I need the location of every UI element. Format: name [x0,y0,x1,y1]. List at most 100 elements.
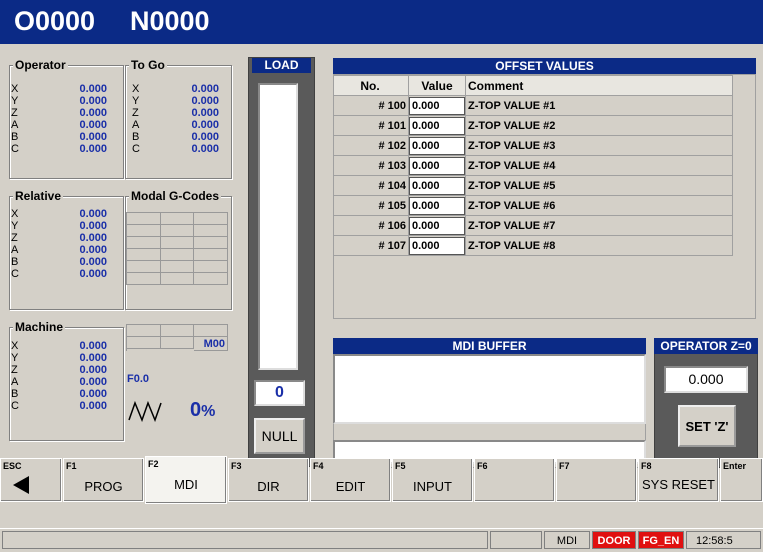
fkey-label: SYS RESET [642,477,715,492]
axis-label: B [11,256,19,268]
offset-row[interactable]: # 106 0.000 Z-TOP VALUE #7 [333,215,733,236]
spindle-percent: 0% [190,399,215,422]
offset-value-field[interactable]: 0.000 [409,176,465,195]
fkey-esc[interactable]: ESC [0,458,62,502]
axis-row-b: B 0.000 [11,256,107,268]
axis-label: Y [11,352,19,364]
col-no-header: No. [333,75,409,96]
offset-number: # 106 [333,215,409,236]
offset-values-title: OFFSET VALUES [333,58,756,74]
offset-row[interactable]: # 100 0.000 Z-TOP VALUE #1 [333,95,733,116]
offset-value-cell: 0.000 [408,115,466,136]
fkey-f7[interactable]: F7 [556,458,637,502]
fkey-number: F2 [148,459,159,469]
offset-comment: Z-TOP VALUE #7 [465,215,733,236]
offset-value-field[interactable]: 0.000 [409,236,465,255]
fkey-number: F3 [231,461,242,471]
axis-label: B [132,131,140,143]
fkey-enter[interactable]: Enter [720,458,763,502]
axis-label: A [11,376,19,388]
fkey-number: F8 [641,461,652,471]
status-bar: MDI DOOR FG_EN 12:58:5 [0,528,763,552]
operator-z-panel [654,338,758,468]
status-cell-empty [2,531,488,549]
axis-row-y: Y 0.000 [11,95,107,107]
axis-label: Z [11,364,18,376]
axis-value: 0.000 [191,83,219,95]
null-button[interactable]: NULL [254,418,305,454]
fkey-f1[interactable]: F1 PROG [63,458,144,502]
percent-sign: % [201,403,216,420]
fkey-f2[interactable]: F2 MDI [145,456,227,504]
offset-row[interactable]: # 103 0.000 Z-TOP VALUE #4 [333,155,733,176]
offset-value-cell: 0.000 [408,135,466,156]
gcode-cell [194,261,228,273]
offset-comment: Z-TOP VALUE #8 [465,235,733,256]
program-number: O0000 [14,6,96,36]
offset-value-field[interactable]: 0.000 [409,156,465,175]
offset-row[interactable]: # 104 0.000 Z-TOP VALUE #5 [333,175,733,196]
fkey-label: DIR [257,479,280,494]
operator-title: Operator [13,58,68,72]
offset-value-field[interactable]: 0.000 [409,216,465,235]
offset-comment: Z-TOP VALUE #5 [465,175,733,196]
offset-value-field[interactable]: 0.000 [409,116,465,135]
axis-row-y: Y 0.000 [11,220,107,232]
col-value-header: Value [408,75,466,96]
spindle-wave-icon [128,400,162,422]
offset-row[interactable]: # 105 0.000 Z-TOP VALUE #6 [333,195,733,216]
axis-label: Z [11,107,18,119]
mcode-grid: M00 [126,324,228,351]
offset-row[interactable]: # 102 0.000 Z-TOP VALUE #3 [333,135,733,156]
offset-number: # 101 [333,115,409,136]
mcode-cell [127,337,161,349]
fkey-f8[interactable]: F8 SYS RESET [638,458,719,502]
fkey-f6[interactable]: F6 [474,458,555,502]
axis-row-z: Z 0.000 [132,107,219,119]
offset-value-field[interactable]: 0.000 [409,96,465,115]
axis-label: Y [11,95,19,107]
fkey-label: INPUT [413,479,452,494]
fkey-number: F7 [559,461,570,471]
operator-z-value[interactable]: 0.000 [664,366,748,393]
clock: 12:58:5 [686,531,761,549]
offset-row[interactable]: # 101 0.000 Z-TOP VALUE #2 [333,115,733,136]
axis-label: X [11,208,19,220]
operator-z-title: OPERATOR Z=0 [654,338,758,354]
gcode-cell [127,273,161,285]
axis-value: 0.000 [79,256,107,268]
door-indicator: DOOR [592,531,636,549]
axis-row-z: Z 0.000 [11,364,107,376]
axis-row-x: X 0.000 [11,83,107,95]
axis-row-x: X 0.000 [11,340,107,352]
togo-title: To Go [129,58,167,72]
fkey-f4[interactable]: F4 EDIT [310,458,391,502]
fkey-number: F6 [477,461,488,471]
axis-value: 0.000 [191,107,219,119]
offset-number: # 107 [333,235,409,256]
mdi-buffer-area[interactable] [333,354,646,424]
set-z-button[interactable]: SET 'Z' [678,405,736,447]
offset-value-field[interactable]: 0.000 [409,136,465,155]
fkey-f5[interactable]: F5 INPUT [392,458,473,502]
offset-comment: Z-TOP VALUE #3 [465,135,733,156]
axis-value: 0.000 [79,143,107,155]
mdi-buffer-title: MDI BUFFER [333,338,646,354]
offset-comment: Z-TOP VALUE #1 [465,95,733,116]
axis-value: 0.000 [79,244,107,256]
offset-number: # 105 [333,195,409,216]
axis-row-c: C 0.000 [132,143,219,155]
modal-title: Modal G-Codes [129,189,222,203]
axis-value: 0.000 [79,208,107,220]
axis-row-b: B 0.000 [11,388,107,400]
mcode-value: M00 [194,337,228,351]
axis-label: C [132,143,140,155]
axis-value: 0.000 [79,107,107,119]
fkey-f3[interactable]: F3 DIR [228,458,309,502]
mcode-cell [127,325,161,337]
axis-label: X [132,83,140,95]
offset-value-field[interactable]: 0.000 [409,196,465,215]
axis-label: A [11,119,19,131]
gcode-cell [160,213,195,225]
offset-row[interactable]: # 107 0.000 Z-TOP VALUE #8 [333,235,733,256]
